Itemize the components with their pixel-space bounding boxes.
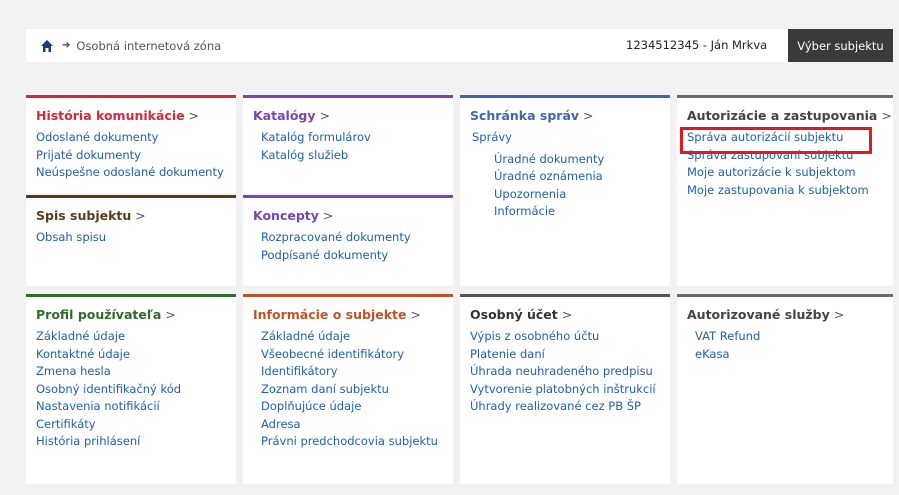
card-history: História komunikácie > Odoslané dokument… [26,95,236,193]
link-failed-documents[interactable]: Neúspešne odoslané dokumenty [36,165,224,179]
link-identifiers[interactable]: Identifikátory [261,364,338,378]
link-change-password[interactable]: Zmena hesla [36,364,111,378]
link-subject-basic-data[interactable]: Základné údaje [261,329,350,343]
link-signed-documents[interactable]: Podpísané dokumenty [261,248,388,262]
link-draft-documents[interactable]: Rozpracované dokumenty [261,230,411,244]
link-file-content[interactable]: Obsah spisu [36,230,106,244]
link-sent-documents[interactable]: Odoslané dokumenty [36,130,158,144]
card-title-catalogs[interactable]: Katalógy [253,108,316,123]
link-login-history[interactable]: História prihlásení [36,434,140,448]
link-notifications[interactable]: Upozornenia [494,187,566,201]
user-info: 1234512345 - Ján Mrkva [626,38,768,52]
card-title-profile[interactable]: Profil používateľa [36,307,161,322]
home-icon[interactable] [40,39,54,53]
link-personal-id-code[interactable]: Osobný identifikačný kód [36,382,181,396]
link-pay-unpaid-assessment[interactable]: Úhrada neuhradeného predpisu [470,364,653,378]
link-legal-predecessors[interactable]: Právni predchodcovia subjektu [261,434,438,448]
link-form-catalog[interactable]: Katalóg formulárov [261,130,371,144]
card-spis: Spis subjektu > Obsah spisu [26,195,236,286]
link-manage-subject-authorizations[interactable]: Správa autorizácií subjektu [687,130,843,144]
card-account: Osobný účet > Výpis z osobného účtu Plat… [460,294,670,484]
card-subject-info: Informácie o subjekte > Základné údaje V… [243,294,453,484]
card-title-concepts[interactable]: Koncepty [253,208,319,223]
link-ekasa[interactable]: eKasa [695,347,730,361]
card-title-mailbox[interactable]: Schránka správ [470,108,579,123]
card-title-history[interactable]: História komunikácie [36,108,185,123]
top-bar: ➔ Osobná internetová zóna 1234512345 - J… [26,29,893,62]
select-subject-button[interactable]: Výber subjektu [788,29,893,62]
link-official-notices[interactable]: Úradné oznámenia [494,169,603,183]
link-additional-data[interactable]: Doplňujúce údaje [261,399,361,413]
link-basic-data[interactable]: Základné údaje [36,329,125,343]
link-my-authorizations[interactable]: Moje autorizácie k subjektom [687,165,856,179]
card-title-subject-info[interactable]: Informácie o subjekte [253,307,406,322]
link-vat-refund[interactable]: VAT Refund [695,329,760,343]
card-services: Autorizované služby > VAT Refund eKasa [677,294,893,484]
card-authorizations: Autorizácie a zastupovania > Správa auto… [677,95,893,286]
link-certificates[interactable]: Certifikáty [36,417,96,431]
link-notification-settings[interactable]: Nastavenia notifikácií [36,399,160,413]
link-service-catalog[interactable]: Katalóg služieb [261,148,348,162]
card-title-account[interactable]: Osobný účet [470,307,558,322]
card-title-authorizations[interactable]: Autorizácie a zastupovania [687,108,877,123]
link-address[interactable]: Adresa [261,417,301,431]
link-payments-via-pb[interactable]: Úhrady realizované cez PB ŠP [470,399,641,413]
link-my-representations[interactable]: Moje zastupovania k subjektom [687,183,869,197]
card-mailbox: Schránka správ > Správy Úradné dokumenty… [460,95,670,286]
link-information[interactable]: Informácie [494,204,555,218]
breadcrumb-arrow-icon: ➔ [62,40,71,51]
link-received-documents[interactable]: Prijaté dokumenty [36,148,141,162]
card-profile: Profil používateľa > Základné údaje Kont… [26,294,236,484]
link-official-documents[interactable]: Úradné dokumenty [494,152,604,166]
card-title-services[interactable]: Autorizované služby [687,307,830,322]
mailbox-messages-subhead[interactable]: Správy [470,129,660,147]
card-catalogs: Katalógy > Katalóg formulárov Katalóg sl… [243,95,453,193]
link-manage-subject-representations[interactable]: Správa zastupovaní subjektu [687,148,853,162]
card-concepts: Koncepty > Rozpracované dokumenty Podpís… [243,195,453,286]
card-title-spis[interactable]: Spis subjektu [36,208,131,223]
link-general-identifiers[interactable]: Všeobecné identifikátory [261,347,404,361]
link-subject-tax-list[interactable]: Zoznam daní subjektu [261,382,389,396]
link-account-statement[interactable]: Výpis z osobného účtu [470,329,599,343]
link-tax-payment[interactable]: Platenie daní [470,347,545,361]
link-contact-data[interactable]: Kontaktné údaje [36,347,130,361]
breadcrumb[interactable]: Osobná internetová zóna [76,39,221,53]
link-create-payment-instructions[interactable]: Vytvorenie platobných inštrukcií [470,382,656,396]
